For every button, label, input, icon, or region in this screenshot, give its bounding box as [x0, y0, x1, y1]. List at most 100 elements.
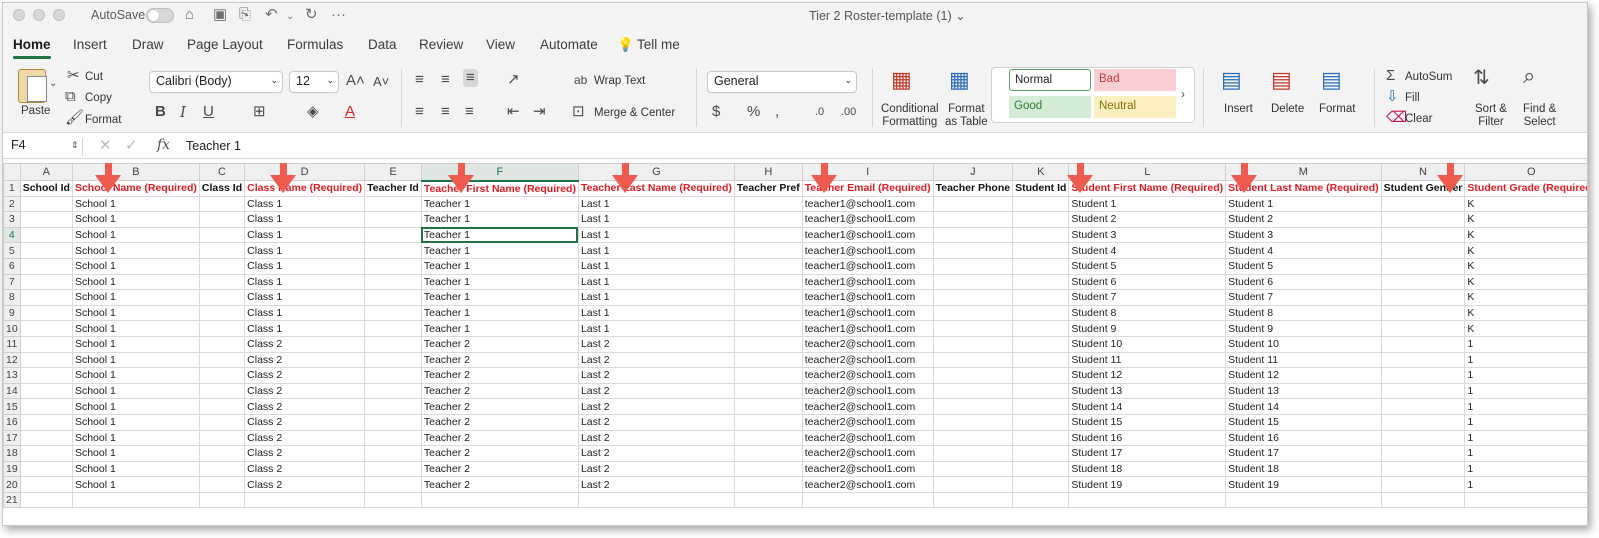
increase-decimal-icon[interactable]: .0 — [815, 103, 824, 121]
table-cell[interactable] — [1380, 289, 1466, 306]
paste-icon[interactable] — [18, 69, 47, 103]
table-cell[interactable]: K — [1464, 289, 1587, 306]
header-cell[interactable]: Teacher Phone — [932, 180, 1014, 197]
table-cell[interactable]: teacher1@school1.com — [801, 304, 934, 322]
table-cell[interactable]: Student 17 — [1068, 445, 1227, 462]
table-cell[interactable]: K — [1464, 304, 1587, 322]
table-cell[interactable]: K — [1464, 273, 1587, 291]
table-cell[interactable]: Class 1 — [244, 242, 366, 259]
minimize-window-button[interactable] — [33, 9, 45, 21]
table-cell[interactable] — [1012, 491, 1070, 509]
table-cell[interactable] — [733, 304, 803, 322]
style-neutral[interactable]: Neutral — [1094, 96, 1176, 118]
table-cell[interactable]: School 1 — [71, 445, 200, 462]
table-cell[interactable]: K — [1464, 257, 1587, 275]
table-cell[interactable] — [198, 273, 246, 291]
table-cell[interactable] — [733, 476, 803, 493]
table-cell[interactable]: teacher1@school1.com — [801, 320, 934, 337]
table-cell[interactable]: Student 18 — [1068, 460, 1227, 478]
table-cell[interactable] — [733, 211, 803, 228]
table-cell[interactable]: Student 2 — [1225, 211, 1382, 228]
table-cell[interactable] — [1012, 226, 1070, 244]
table-cell[interactable] — [19, 335, 73, 353]
table-cell[interactable]: K — [1464, 195, 1587, 213]
table-cell[interactable] — [733, 491, 803, 509]
table-cell[interactable] — [364, 351, 422, 369]
table-cell[interactable]: Student 11 — [1068, 351, 1227, 369]
table-cell[interactable] — [1380, 304, 1466, 322]
table-cell[interactable] — [198, 476, 246, 493]
table-cell[interactable] — [1380, 351, 1466, 369]
table-cell[interactable] — [19, 367, 73, 384]
table-cell[interactable]: Class 2 — [244, 382, 366, 400]
sort-filter-button[interactable]: Sort & Filter — [1475, 103, 1507, 129]
increase-font-icon[interactable]: A˄ — [346, 72, 365, 90]
table-cell[interactable] — [19, 320, 73, 337]
column-header-b[interactable]: B — [71, 163, 200, 181]
format-painter-button[interactable]: Format — [85, 114, 121, 127]
table-cell[interactable] — [198, 460, 246, 478]
home-icon[interactable]: ⌂ — [185, 6, 194, 24]
table-cell[interactable] — [1012, 195, 1070, 213]
table-cell[interactable]: School 1 — [71, 351, 200, 369]
table-cell[interactable]: Student 16 — [1068, 429, 1227, 447]
table-cell[interactable]: Student 19 — [1068, 476, 1227, 493]
table-cell[interactable]: Student 3 — [1225, 226, 1382, 244]
table-cell[interactable]: Teacher 2 — [420, 445, 579, 462]
table-cell[interactable] — [364, 460, 422, 478]
table-cell[interactable]: teacher2@school1.com — [801, 335, 934, 353]
row-header[interactable]: 9 — [3, 304, 21, 322]
table-cell[interactable] — [577, 491, 735, 509]
currency-icon[interactable]: $ — [712, 103, 720, 121]
redo-icon[interactable]: ↻ — [305, 6, 318, 24]
font-color-icon[interactable]: A — [345, 103, 355, 121]
font-name-select[interactable]: Calibri (Body) ⌄ — [149, 71, 283, 93]
table-cell[interactable] — [198, 320, 246, 337]
table-cell[interactable] — [733, 398, 803, 415]
header-cell[interactable]: Student Id — [1012, 180, 1070, 197]
table-cell[interactable]: Student 8 — [1225, 304, 1382, 322]
table-cell[interactable]: Student 15 — [1068, 413, 1227, 431]
table-cell[interactable] — [932, 491, 1014, 509]
table-cell[interactable]: Last 2 — [577, 413, 735, 431]
table-cell[interactable]: Student 14 — [1068, 398, 1227, 415]
table-cell[interactable]: teacher2@school1.com — [801, 429, 934, 447]
tab-draw[interactable]: Draw — [132, 37, 164, 52]
table-cell[interactable]: Student 19 — [1225, 476, 1382, 493]
table-cell[interactable] — [364, 211, 422, 228]
format-cells-icon[interactable]: ▤ — [1321, 69, 1342, 91]
table-cell[interactable]: Teacher 2 — [420, 476, 579, 493]
column-header-a[interactable]: A — [19, 163, 73, 181]
table-cell[interactable]: Teacher 1 — [420, 320, 579, 337]
table-cell[interactable] — [19, 304, 73, 322]
table-cell[interactable] — [1012, 335, 1070, 353]
table-cell[interactable] — [364, 491, 422, 509]
table-cell[interactable] — [198, 195, 246, 213]
table-cell[interactable]: School 1 — [71, 226, 200, 244]
fill-button[interactable]: Fill — [1405, 92, 1420, 105]
font-size-select[interactable]: 12 ⌄ — [289, 71, 339, 93]
table-cell[interactable]: Last 1 — [577, 257, 735, 275]
table-cell[interactable]: Student 13 — [1225, 382, 1382, 400]
fill-icon[interactable]: ⇩ — [1386, 88, 1399, 106]
selected-cell[interactable]: Teacher 1 — [420, 226, 579, 244]
table-cell[interactable]: School 1 — [71, 460, 200, 478]
table-cell[interactable] — [733, 367, 803, 384]
table-cell[interactable]: Teacher 2 — [420, 335, 579, 353]
row-header[interactable]: 14 — [3, 382, 21, 400]
increase-indent-icon[interactable]: ⇥ — [533, 103, 546, 121]
row-header[interactable]: 21 — [3, 491, 21, 509]
table-cell[interactable]: Student 10 — [1225, 335, 1382, 353]
column-header-d[interactable]: D — [244, 163, 366, 181]
table-cell[interactable] — [1380, 273, 1466, 291]
table-cell[interactable] — [932, 429, 1014, 447]
table-cell[interactable] — [19, 226, 73, 244]
row-header[interactable]: 19 — [3, 460, 21, 478]
table-cell[interactable] — [932, 226, 1014, 244]
table-cell[interactable] — [198, 257, 246, 275]
tab-page-layout[interactable]: Page Layout — [187, 37, 263, 52]
cancel-icon[interactable]: ✕ — [99, 137, 112, 155]
table-cell[interactable] — [733, 226, 803, 244]
table-cell[interactable] — [1380, 476, 1466, 493]
table-cell[interactable]: Class 1 — [244, 211, 366, 228]
